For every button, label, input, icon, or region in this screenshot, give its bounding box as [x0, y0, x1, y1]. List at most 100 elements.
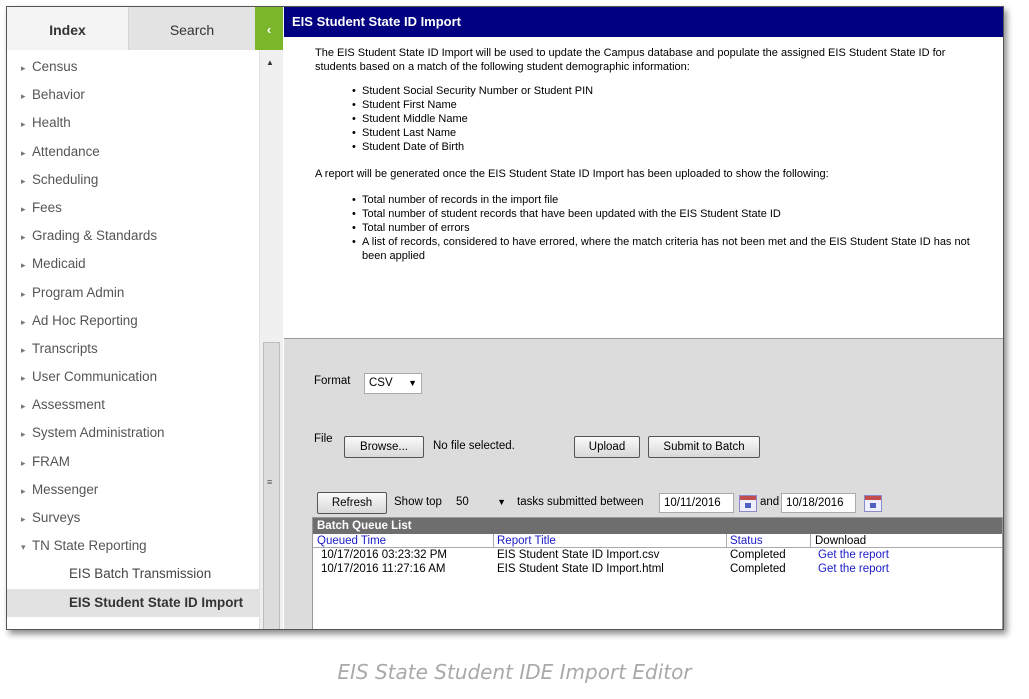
sidebar-item-fram[interactable]: ▸ FRAM	[7, 448, 259, 476]
column-divider	[810, 534, 811, 548]
collapse-arrow-icon: ▾	[21, 542, 26, 553]
chevron-down-icon: ▼	[408, 378, 417, 388]
sidebar-item-label: Surveys	[32, 510, 81, 525]
format-select[interactable]: CSV ▼	[364, 373, 422, 394]
sidebar-tabs: Index Search ‹	[7, 7, 283, 50]
show-top-select[interactable]: 50 ▼	[452, 493, 510, 514]
expand-arrow-icon: ▸	[21, 288, 26, 299]
queued-time-cell: 10/17/2016 03:23:32 PM	[321, 549, 447, 561]
sidebar-item-program-admin[interactable]: ▸ Program Admin	[7, 279, 259, 307]
sidebar-item-health[interactable]: ▸ Health	[7, 109, 259, 137]
column-divider	[726, 534, 727, 548]
no-file-text: No file selected.	[433, 440, 515, 452]
sidebar-item-attendance[interactable]: ▸ Attendance	[7, 138, 259, 166]
upload-button[interactable]: Upload	[574, 436, 640, 458]
sidebar-item-label: Fees	[32, 199, 62, 215]
list-item: Student Social Security Number or Studen…	[350, 84, 950, 98]
browse-button[interactable]: Browse...	[344, 436, 424, 458]
chevron-down-icon: ▼	[497, 497, 506, 507]
report-items-list: Total number of records in the import fi…	[350, 193, 990, 263]
sidebar-item-label: Medicaid	[32, 256, 86, 272]
sidebar-item-messenger[interactable]: ▸ Messenger	[7, 476, 259, 504]
sidebar-subitem-eis-batch-transmission[interactable]: EIS Batch Transmission	[7, 560, 259, 588]
batch-queue-title: Batch Queue List	[313, 518, 1002, 534]
show-top-value: 50	[456, 496, 469, 508]
get-report-link[interactable]: Get the report	[818, 562, 889, 576]
batch-queue-header: Queued Time Report Title Status Download	[313, 534, 1002, 548]
sidebar-item-transcripts[interactable]: ▸ Transcripts	[7, 335, 259, 363]
report-intro-text: A report will be generated once the EIS …	[315, 168, 829, 180]
status-cell: Completed	[730, 549, 786, 561]
file-label: File	[314, 433, 333, 445]
sidebar-item-medicaid[interactable]: ▸ Medicaid	[7, 250, 259, 278]
sidebar-item-tn-state-reporting[interactable]: ▾ TN State Reporting	[7, 532, 259, 560]
queued-time-cell: 10/17/2016 11:27:16 AM	[321, 563, 446, 575]
column-header-status[interactable]: Status	[730, 534, 763, 548]
sidebar-item-label: TN State Reporting	[32, 538, 147, 554]
sidebar-scrollbar[interactable]: ▲ ≡	[259, 50, 283, 629]
sidebar-item-label: Transcripts	[32, 340, 98, 356]
sidebar-item-assessment[interactable]: ▸ Assessment	[7, 391, 259, 419]
date-from-field[interactable]: 10/11/2016	[659, 493, 734, 513]
list-item: Student Middle Name	[350, 112, 950, 126]
sidebar-item-census[interactable]: ▸ Census	[7, 53, 259, 81]
expand-arrow-icon: ▸	[21, 344, 26, 355]
status-cell: Completed	[730, 563, 786, 575]
list-item: Total number of student records that hav…	[350, 207, 990, 221]
column-divider	[493, 534, 494, 548]
calendar-icon[interactable]	[864, 495, 882, 512]
sidebar-item-surveys[interactable]: ▸ Surveys	[7, 504, 259, 532]
sidebar-item-label: Behavior	[32, 87, 85, 103]
collapse-sidebar-button[interactable]: ‹	[255, 7, 283, 50]
tab-search[interactable]: Search	[129, 7, 255, 50]
sidebar-item-system-administration[interactable]: ▸ System Administration	[7, 419, 259, 447]
sidebar-item-label: Program Admin	[32, 284, 125, 300]
list-item: A list of records, considered to have er…	[350, 235, 990, 263]
show-top-label: Show top	[394, 496, 442, 508]
scrollbar-thumb[interactable]: ≡	[263, 342, 280, 629]
expand-arrow-icon: ▸	[21, 232, 26, 243]
sidebar-item-user-communication[interactable]: ▸ User Communication	[7, 363, 259, 391]
grip-icon: ≡	[267, 477, 273, 487]
sidebar-item-label: Health	[32, 115, 71, 131]
sidebar-item-label: User Communication	[32, 369, 158, 385]
import-controls-panel: Format CSV ▼ File Browse... No file sele…	[284, 339, 1003, 629]
list-item: Student First Name	[350, 98, 950, 112]
sidebar-item-ad-hoc-reporting[interactable]: ▸ Ad Hoc Reporting	[7, 307, 259, 335]
info-panel: The EIS Student State ID Import will be …	[284, 37, 1003, 339]
refresh-button[interactable]: Refresh	[317, 492, 387, 514]
tab-index[interactable]: Index	[7, 7, 129, 50]
scroll-up-icon[interactable]: ▲	[266, 58, 274, 67]
column-header-download: Download	[815, 535, 867, 547]
column-header-queued-time[interactable]: Queued Time	[317, 534, 386, 548]
table-row: 10/17/2016 11:27:16 AM EIS Student State…	[313, 562, 1002, 576]
column-header-report-title[interactable]: Report Title	[497, 534, 556, 548]
sidebar-item-behavior[interactable]: ▸ Behavior	[7, 81, 259, 109]
figure-caption: EIS State Student IDE Import Editor	[337, 660, 692, 684]
expand-arrow-icon: ▸	[21, 316, 26, 327]
list-item: Student Last Name	[350, 126, 950, 140]
page-title: EIS Student State ID Import	[284, 7, 1003, 37]
expand-arrow-icon: ▸	[21, 147, 26, 158]
sidebar-item-scheduling[interactable]: ▸ Scheduling	[7, 166, 259, 194]
expand-arrow-icon: ▸	[21, 260, 26, 271]
sidebar-item-label: Messenger	[32, 481, 99, 497]
sidebar-item-label: Scheduling	[32, 171, 99, 187]
expand-arrow-icon: ▸	[21, 91, 26, 102]
sidebar-item-label: Attendance	[32, 143, 100, 159]
sidebar-item-label: System Administration	[32, 425, 165, 441]
sidebar-item-fees[interactable]: ▸ Fees	[7, 194, 259, 222]
get-report-link[interactable]: Get the report	[818, 548, 889, 562]
calendar-icon[interactable]	[739, 495, 757, 512]
date-to-field[interactable]: 10/18/2016	[781, 493, 856, 513]
sidebar-item-label: Ad Hoc Reporting	[32, 312, 138, 328]
expand-arrow-icon: ▸	[21, 457, 26, 468]
list-item: Student Date of Birth	[350, 140, 950, 154]
list-item: Total number of errors	[350, 221, 990, 235]
expand-arrow-icon: ▸	[21, 373, 26, 384]
expand-arrow-icon: ▸	[21, 63, 26, 73]
sidebar-item-grading-standards[interactable]: ▸ Grading & Standards	[7, 222, 259, 250]
submit-to-batch-button[interactable]: Submit to Batch	[648, 436, 760, 458]
tasks-between-label: tasks submitted between	[517, 496, 644, 508]
sidebar-subitem-eis-student-state-id-import[interactable]: EIS Student State ID Import	[7, 588, 259, 617]
